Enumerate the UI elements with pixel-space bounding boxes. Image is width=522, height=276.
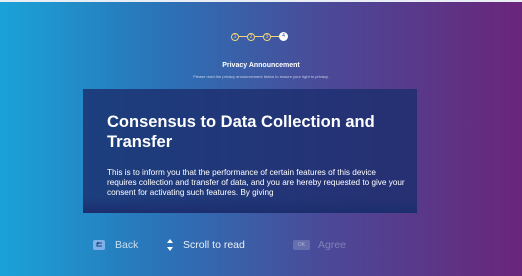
step-connector [255,36,263,37]
top-divider [0,0,522,2]
step-3: 3 [263,32,271,41]
back-label: Back [115,239,139,251]
step-4-active: 4 [279,32,288,41]
up-down-arrows-icon [166,239,174,251]
step-connector [239,36,247,37]
agree-button[interactable]: OK Agree [293,239,346,251]
step-1: 1 [231,32,239,41]
back-button[interactable]: Back [93,239,138,251]
step-connector [271,36,279,37]
scroll-hint: Scroll to read [166,239,245,251]
page-title: Privacy Announcement [222,62,300,69]
agree-label: Agree [318,239,347,251]
step-2: 2 [247,32,255,41]
announcement-card[interactable]: Consensus to Data Collection and Transfe… [83,89,417,213]
scroll-label: Scroll to read [183,239,245,251]
scroll-fade [83,197,417,213]
page-subtitle: Please read the privacy announcement bel… [193,74,329,79]
announcement-body: This is to inform you that the performan… [107,168,405,197]
footer-actions: Back Scroll to read OK Agree [0,237,522,257]
announcement-heading: Consensus to Data Collection and Transfe… [107,113,375,151]
step-indicator: 1 2 3 4 [231,32,288,41]
back-arrow-icon [93,240,105,250]
ok-key-icon: OK [293,240,310,250]
